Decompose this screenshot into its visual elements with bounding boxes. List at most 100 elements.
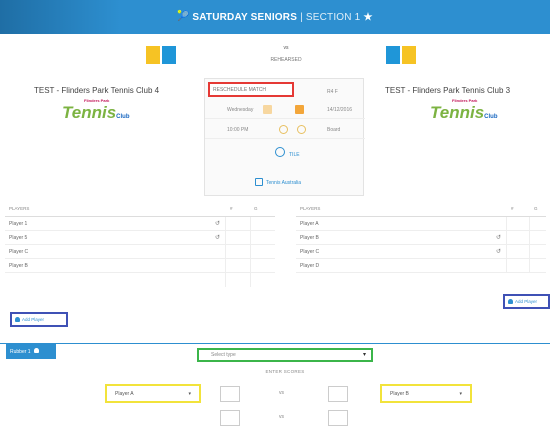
- match-date: 14/12/2016: [327, 107, 353, 113]
- away-flag-blue: [386, 46, 400, 64]
- app-header: 🎾 SATURDAY SENIORS | SECTION 1 ★: [0, 0, 550, 34]
- home-table-header: PLAYERS # G: [5, 202, 275, 217]
- reschedule-match-button[interactable]: RESCHEDULE MATCH: [208, 82, 294, 97]
- cell-divider: [529, 231, 530, 245]
- header-title: SATURDAY SENIORS: [192, 11, 298, 23]
- away-player-select-value: Player B: [390, 391, 409, 397]
- match-status: REHEARSED: [270, 57, 302, 63]
- tennis-australia-link[interactable]: Tennis Australia: [266, 180, 301, 186]
- away-add-player-button[interactable]: Add Player: [503, 294, 550, 309]
- home-col1-header: #: [230, 206, 233, 211]
- vs-label: vs: [283, 45, 289, 51]
- player-name: Player C: [9, 249, 29, 255]
- away-score-input-2[interactable]: [328, 410, 348, 426]
- grade-icon: 🎾: [177, 11, 191, 22]
- cell-divider: [250, 259, 251, 273]
- player-name: Player A: [300, 221, 319, 227]
- swap-icon[interactable]: ↺: [215, 220, 220, 227]
- table-row-empty: [5, 273, 275, 287]
- away-score-input-1[interactable]: [328, 386, 348, 402]
- home-score-input-1[interactable]: [220, 386, 240, 402]
- away-team-logo: Flinders Park TennisClub: [430, 98, 500, 123]
- chevron-down-icon: ▾: [362, 352, 366, 358]
- swap-icon[interactable]: ↺: [496, 234, 501, 241]
- player-name: Player 5: [9, 235, 28, 241]
- person-icon: [15, 317, 20, 322]
- cell-divider: [225, 245, 226, 259]
- away-player-select[interactable]: Player B ▾: [380, 384, 472, 403]
- cell-divider: [225, 217, 226, 231]
- home-flag-blue: [162, 46, 176, 64]
- home-score-input-2[interactable]: [220, 410, 240, 426]
- chevron-down-icon: ▾: [188, 391, 191, 397]
- away-players-table: PLAYERS # G Player A Player B ↺ Player C ↺…: [296, 202, 546, 273]
- home-players-table: PLAYERS # G Player 1 ↺ Player 5 ↺ Player C…: [5, 202, 275, 287]
- cell-divider: [225, 231, 226, 245]
- home-team-logo: Flinders Park TennisClub: [62, 98, 132, 123]
- cell-divider: [225, 273, 226, 287]
- cell-divider: [506, 259, 507, 273]
- away-col1-header: #: [511, 206, 514, 211]
- score-vs: vs: [279, 390, 284, 396]
- star-icon[interactable]: ★: [363, 12, 372, 23]
- time-row: 10:00 PM Board: [205, 121, 365, 139]
- home-flag-yellow: [146, 46, 160, 64]
- table-row[interactable]: Player A: [296, 217, 546, 231]
- player-name: Player D: [300, 263, 320, 269]
- calendar-icon[interactable]: [263, 105, 272, 114]
- cell-divider: [529, 217, 530, 231]
- table-row[interactable]: Player C: [5, 245, 275, 259]
- away-add-player-label: Add Player: [515, 299, 538, 304]
- tennis-australia-icon[interactable]: [255, 178, 263, 186]
- away-team-name: TEST - Flinders Park Tennis Club 3: [385, 86, 511, 95]
- away-table-header: PLAYERS # G: [296, 202, 546, 217]
- home-add-player-label: Add Player: [22, 317, 45, 322]
- court-icon[interactable]: [297, 125, 306, 134]
- cell-divider: [529, 245, 530, 259]
- table-row[interactable]: Player 5 ↺: [5, 231, 275, 245]
- table-row[interactable]: Player B: [5, 259, 275, 273]
- score-vs-2: vs: [279, 414, 284, 420]
- away-col2-header: G: [534, 206, 538, 211]
- date-row: Wednesday 14/12/2016: [205, 101, 365, 119]
- match-details-panel: RESCHEDULE MATCH R4 F Wednesday 14/12/20…: [204, 78, 365, 196]
- clock-icon[interactable]: [279, 125, 288, 134]
- cell-divider: [506, 231, 507, 245]
- swap-icon[interactable]: ↺: [496, 248, 501, 255]
- home-logo-club: Club: [116, 114, 130, 120]
- home-player-select[interactable]: Player A ▾: [105, 384, 201, 403]
- rubber-tab[interactable]: Rubber 1: [6, 344, 56, 359]
- venue-link[interactable]: TILE: [289, 152, 300, 158]
- cell-divider: [506, 217, 507, 231]
- round-label: R4 F: [327, 89, 338, 95]
- venue-pin-icon[interactable]: [275, 147, 285, 157]
- table-row[interactable]: Player B ↺: [296, 231, 546, 245]
- player-name: Player B: [300, 235, 319, 241]
- match-day: Wednesday: [227, 107, 254, 113]
- person-icon: [508, 299, 513, 304]
- scores-label: ENTER SCORES: [265, 369, 305, 374]
- table-row[interactable]: Player D: [296, 259, 546, 273]
- chevron-down-icon: ▾: [459, 391, 462, 397]
- away-players-header: PLAYERS: [300, 206, 321, 211]
- home-logo-main: Tennis: [62, 103, 117, 122]
- table-row[interactable]: Player 1 ↺: [5, 217, 275, 231]
- match-time: 10:00 PM: [227, 127, 249, 133]
- home-col2-header: G: [254, 206, 258, 211]
- player-name: Player B: [9, 263, 28, 269]
- home-team-name: TEST - Flinders Park Tennis Club 4: [34, 86, 160, 95]
- rubber-type-select[interactable]: Select type ▾: [197, 348, 373, 362]
- swap-icon[interactable]: ↺: [215, 234, 220, 241]
- home-player-select-value: Player A: [115, 391, 134, 397]
- section-separator: [0, 343, 550, 344]
- cell-divider: [529, 259, 530, 273]
- away-logo-club: Club: [484, 114, 498, 120]
- away-flag-yellow: [402, 46, 416, 64]
- table-row[interactable]: Player C ↺: [296, 245, 546, 259]
- calendar-icon-2[interactable]: [295, 105, 304, 114]
- home-add-player-button[interactable]: Add Player: [10, 312, 68, 327]
- cell-divider: [250, 273, 251, 287]
- person-icon: [33, 348, 39, 353]
- cell-divider: [250, 231, 251, 245]
- header-subtitle: | SECTION 1: [300, 11, 361, 23]
